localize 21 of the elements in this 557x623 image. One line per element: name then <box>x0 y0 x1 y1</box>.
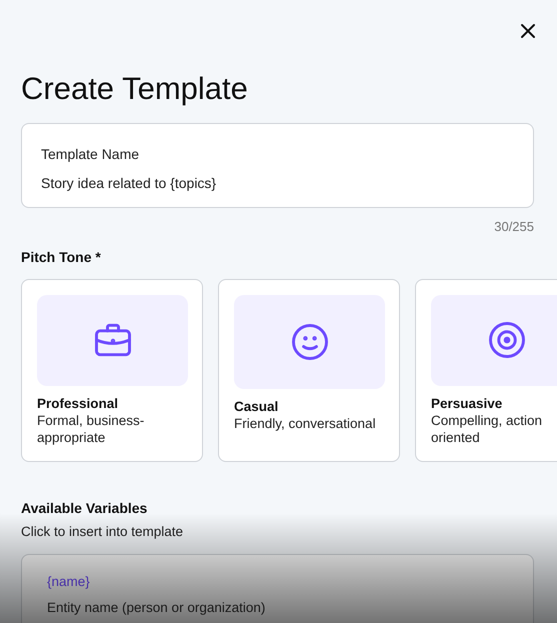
tone-name: Casual <box>234 398 278 414</box>
variable-token: {name} <box>47 572 90 591</box>
dialog-title: Create Template <box>21 70 248 108</box>
field-label: Template Name <box>41 145 140 164</box>
tone-name: Persuasive <box>431 394 502 412</box>
character-counter: 30/255 <box>494 218 534 236</box>
variable-card[interactable]: {name} Entity name (person or organization) <box>21 554 534 623</box>
tone-description: Compelling, action oriented <box>431 412 544 446</box>
close-button[interactable] <box>519 22 537 40</box>
template-name-field[interactable]: Template Name Story idea related to {topics} <box>21 123 534 208</box>
section-hint: Click to insert into template <box>21 522 184 541</box>
tone-card[interactable]: Persuasive Compelling, action oriented <box>415 278 557 462</box>
variable-description: Entity name (person or organization) <box>47 599 266 617</box>
section-title: Available Variables <box>21 498 148 518</box>
tone-description: Friendly, conversational <box>234 414 377 432</box>
section-label: Pitch Tone * <box>21 248 101 266</box>
tone-description: Formal, business-appropriate <box>37 412 146 446</box>
tone-card[interactable]: Professional Formal, business-appropriate <box>21 278 203 462</box>
field-value: Story idea related to {topics} <box>41 174 216 193</box>
tone-card[interactable]: Casual Friendly, conversational <box>218 278 400 462</box>
tone-name: Professional <box>37 394 118 412</box>
